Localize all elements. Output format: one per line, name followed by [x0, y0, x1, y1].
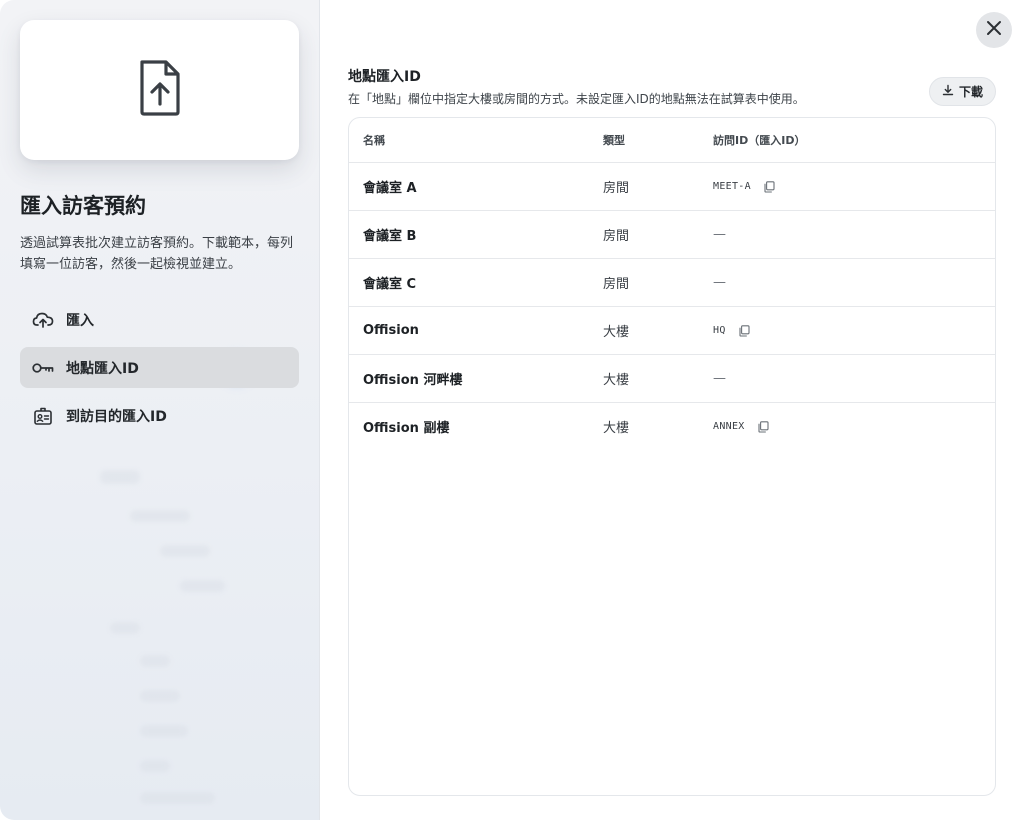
copy-icon[interactable]: [738, 324, 750, 337]
import-id-empty: —: [713, 371, 726, 386]
backdrop-blur: [130, 510, 190, 522]
location-name: 會議室 C: [363, 277, 417, 292]
table-row: Offision 河畔樓 大樓 —: [349, 354, 995, 402]
file-upload-icon: [136, 58, 184, 122]
backdrop-blur: [140, 792, 215, 804]
location-name: 會議室 A: [363, 181, 417, 196]
download-label: 下載: [958, 85, 983, 99]
column-header-import-id[interactable]: 訪問ID（匯入ID）: [699, 132, 995, 148]
backdrop-blur: [160, 545, 210, 557]
backdrop-blur: [110, 622, 140, 634]
location-type: 房間: [603, 229, 630, 244]
import-dialog: 匯入訪客預約 透過試算表批次建立訪客預約。下載範本，每列填寫一位訪客，然後一起檢…: [0, 0, 1024, 820]
dialog-description: 透過試算表批次建立訪客預約。下載範本，每列填寫一位訪客，然後一起檢視並建立。: [20, 236, 294, 272]
table-header: 名稱 類型 訪問ID（匯入ID）: [349, 118, 995, 162]
column-header-name[interactable]: 名稱: [349, 132, 589, 148]
backdrop-blur: [100, 470, 140, 484]
location-table: 名稱 類型 訪問ID（匯入ID） 會議室 A 房間 MEET-A 會議室 B 房…: [348, 117, 996, 796]
close-icon: [986, 20, 1002, 40]
import-id-empty: —: [713, 275, 726, 290]
backdrop-blur: [140, 655, 170, 667]
sidebar-item-import[interactable]: 匯入: [20, 299, 299, 340]
sidebar-item-label: 地點匯入ID: [66, 360, 139, 377]
import-id-empty: —: [713, 227, 726, 242]
location-name: Offision 河畔樓: [363, 373, 463, 388]
location-name: Offision: [363, 323, 419, 338]
location-type: 房間: [603, 277, 630, 292]
backdrop-blur: [180, 580, 225, 592]
location-type: 大樓: [603, 373, 630, 388]
sidebar-item-label: 到訪目的匯入ID: [66, 408, 167, 425]
dialog-title: 匯入訪客預約: [20, 194, 146, 218]
column-header-type[interactable]: 類型: [589, 132, 699, 148]
sidebar-item-purpose-import-id[interactable]: 到訪目的匯入ID: [20, 395, 299, 436]
location-type: 大樓: [603, 325, 630, 340]
location-type: 大樓: [603, 421, 630, 436]
import-id: ANNEX: [713, 421, 745, 432]
download-icon: [942, 84, 959, 99]
backdrop-blur: [140, 690, 180, 702]
close-button[interactable]: [976, 12, 1012, 48]
sidebar-item-label: 匯入: [66, 312, 94, 329]
key-icon: [32, 357, 54, 379]
download-button[interactable]: 下載: [929, 77, 996, 106]
table-row: Offision 大樓 HQ: [349, 306, 995, 354]
table-row: 會議室 C 房間 —: [349, 258, 995, 306]
copy-icon[interactable]: [763, 180, 775, 193]
table-row: Offision 副樓 大樓 ANNEX: [349, 402, 995, 450]
import-id: HQ: [713, 325, 726, 336]
copy-icon[interactable]: [757, 420, 769, 433]
backdrop-blur: [140, 760, 170, 772]
backdrop-blur: [140, 725, 188, 737]
badge-icon: [32, 405, 54, 427]
hero-card: [20, 20, 299, 160]
section-title: 地點匯入ID: [348, 69, 421, 85]
import-id: MEET-A: [713, 181, 751, 192]
cloud-upload-icon: [32, 309, 54, 331]
left-panel: 匯入訪客預約 透過試算表批次建立訪客預約。下載範本，每列填寫一位訪客，然後一起檢…: [0, 0, 320, 820]
location-name: 會議室 B: [363, 229, 417, 244]
sidebar-item-location-import-id[interactable]: 地點匯入ID: [20, 347, 299, 388]
table-row: 會議室 A 房間 MEET-A: [349, 162, 995, 210]
section-description: 在「地點」欄位中指定大樓或房間的方式。未設定匯入ID的地點無法在試算表中使用。: [348, 92, 805, 106]
table-row: 會議室 B 房間 —: [349, 210, 995, 258]
location-type: 房間: [603, 181, 630, 196]
location-name: Offision 副樓: [363, 421, 450, 436]
sidebar-nav: 匯入 地點匯入ID 到訪目的匯入ID: [20, 299, 299, 443]
